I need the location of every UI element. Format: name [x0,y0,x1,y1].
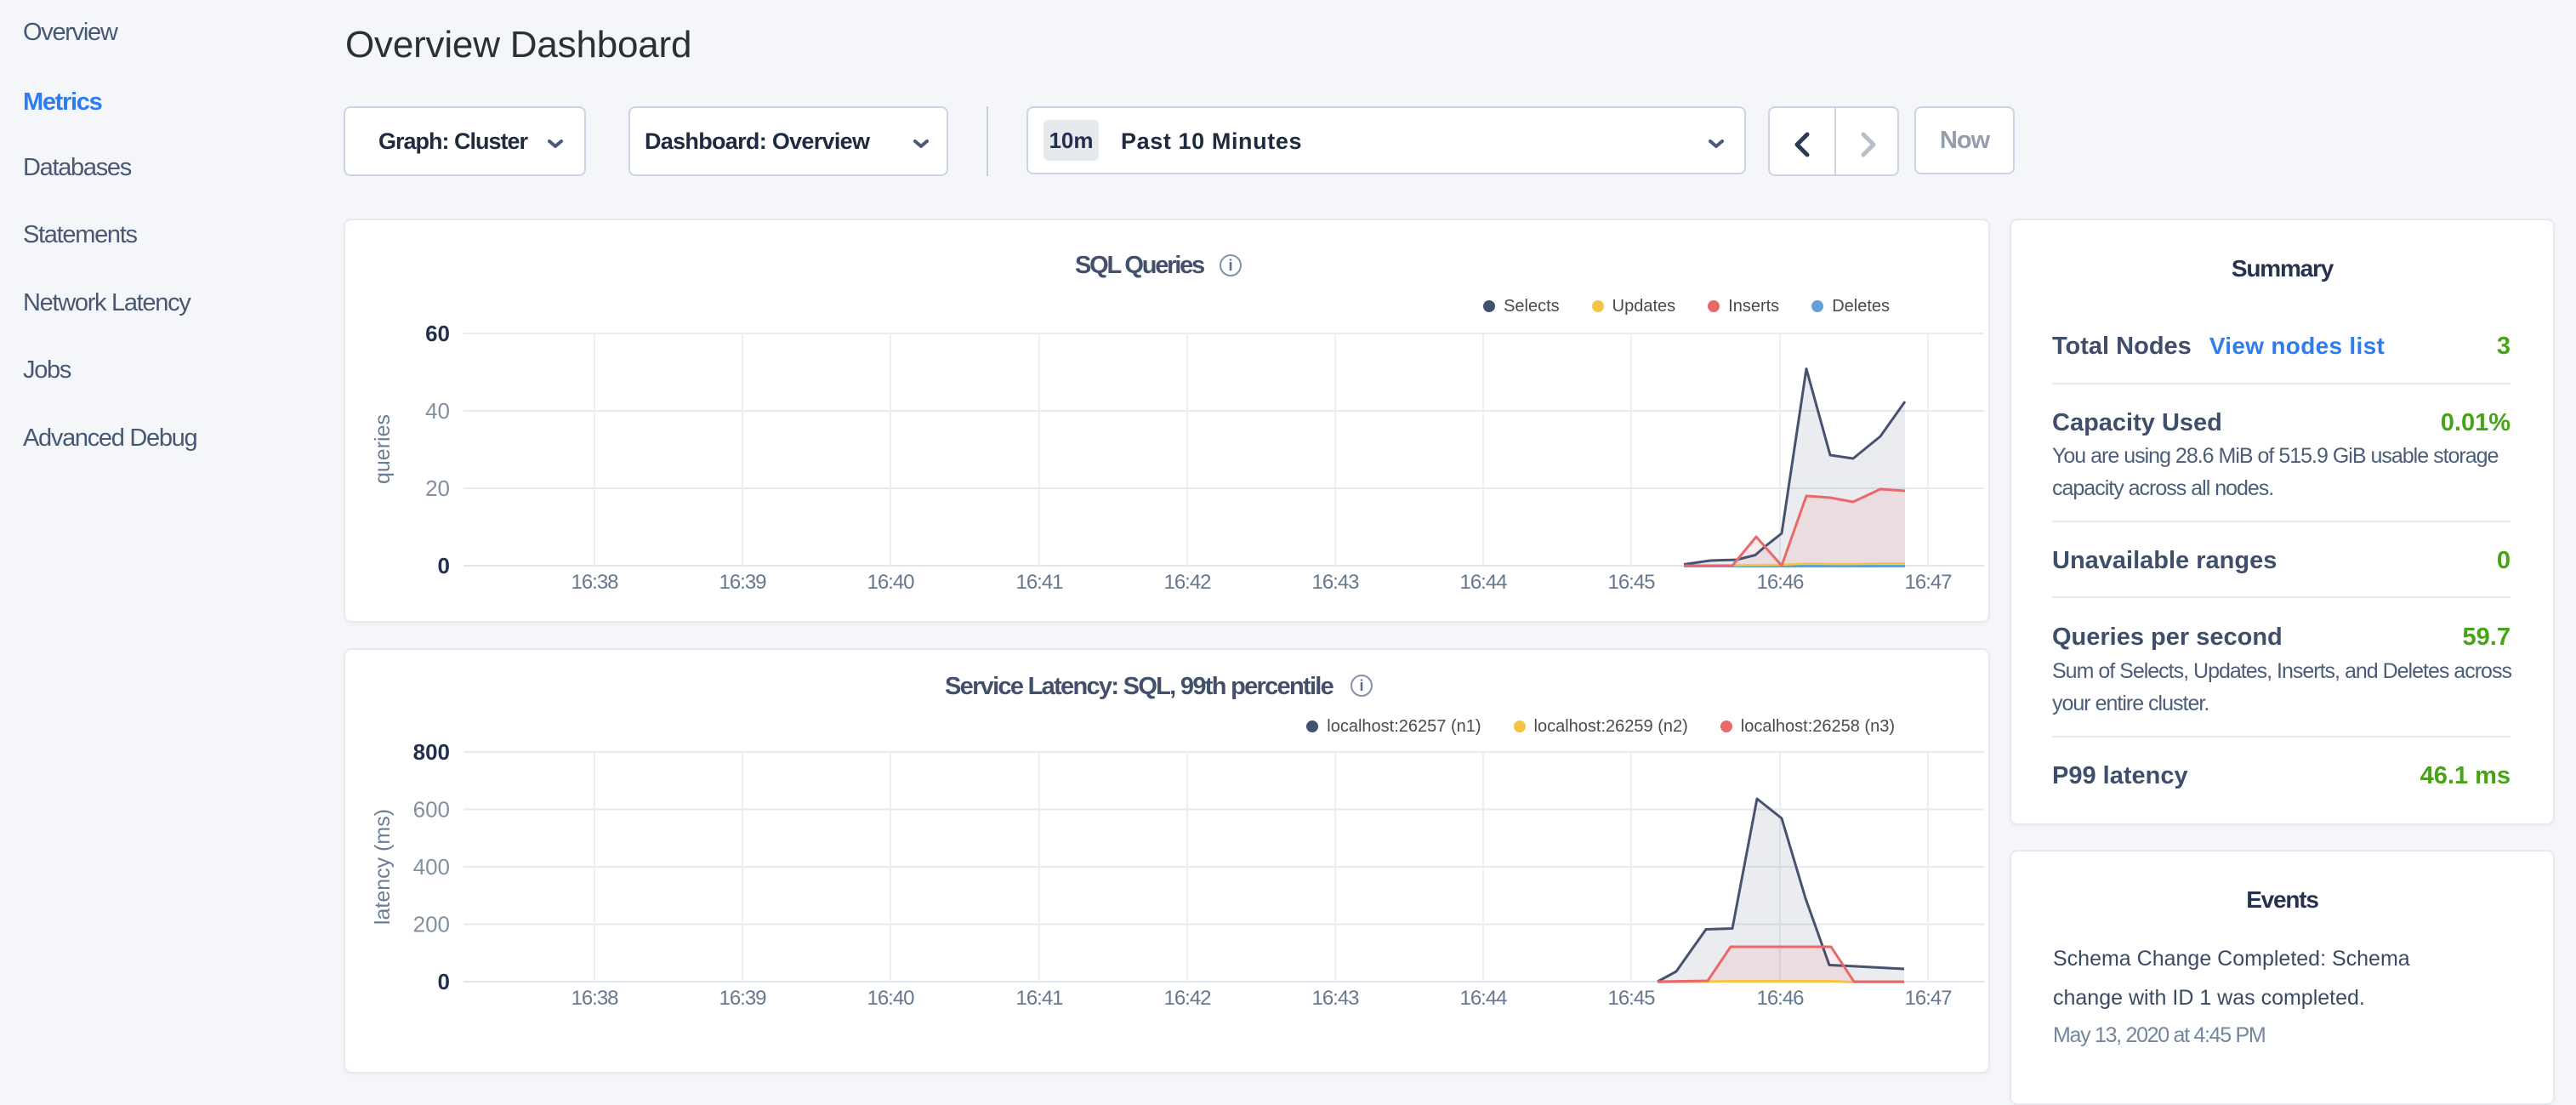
svg-text:16:46: 16:46 [1756,987,1804,1010]
svg-text:16:39: 16:39 [719,571,766,594]
svg-text:600: 600 [413,797,450,823]
svg-text:16:42: 16:42 [1163,987,1211,1010]
svg-text:400: 400 [413,854,450,880]
svg-text:60: 60 [425,321,450,346]
svg-text:16:43: 16:43 [1311,571,1359,594]
svg-text:16:44: 16:44 [1459,571,1507,594]
svg-text:16:45: 16:45 [1607,987,1655,1010]
svg-text:16:41: 16:41 [1015,987,1063,1010]
svg-text:16:44: 16:44 [1459,987,1507,1010]
svg-text:16:38: 16:38 [571,987,618,1010]
svg-text:16:40: 16:40 [867,571,914,594]
svg-text:16:38: 16:38 [571,571,618,594]
svg-text:latency (ms): latency (ms) [371,809,395,925]
svg-text:16:45: 16:45 [1607,571,1655,594]
svg-text:0: 0 [438,553,450,578]
svg-text:16:46: 16:46 [1756,571,1804,594]
svg-text:queries: queries [371,414,395,484]
svg-text:16:39: 16:39 [719,987,766,1010]
svg-text:40: 40 [425,398,450,424]
svg-text:800: 800 [413,739,450,765]
svg-text:20: 20 [425,476,450,501]
svg-text:0: 0 [438,969,450,994]
svg-text:16:41: 16:41 [1015,571,1063,594]
svg-text:16:42: 16:42 [1163,571,1211,594]
svg-text:16:47: 16:47 [1904,571,1952,594]
svg-text:200: 200 [413,912,450,937]
svg-text:16:40: 16:40 [867,987,914,1010]
svg-text:16:43: 16:43 [1311,987,1359,1010]
svg-text:16:47: 16:47 [1904,987,1952,1010]
